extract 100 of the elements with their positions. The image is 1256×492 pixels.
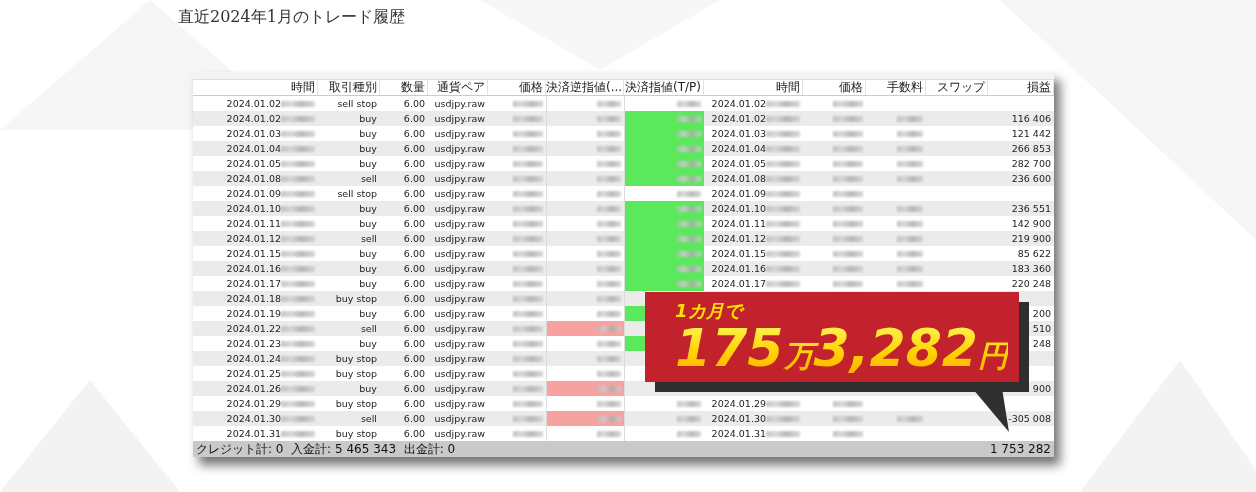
total-profit: 1 753 282 (989, 442, 1051, 456)
table-cell: 6.00 (403, 188, 425, 199)
table-cell: 2024.01.30 (711, 413, 766, 424)
table-cell: 219 900 (1011, 233, 1051, 244)
blurred-value (833, 280, 863, 287)
table-cell: usdjpy.raw (434, 338, 485, 349)
table-cell: usdjpy.raw (434, 248, 485, 259)
blurred-value (513, 295, 543, 302)
blurred-value (513, 235, 543, 242)
table-cell: 2024.01.05 (226, 158, 281, 169)
blurred-value (677, 160, 701, 167)
table-cell: 6.00 (403, 368, 425, 379)
column-header[interactable]: 時間 (193, 80, 318, 95)
table-cell: 6.00 (403, 203, 425, 214)
column-header[interactable]: 決済指値(T/P) (624, 80, 704, 95)
table-cell: 2024.01.08 (711, 173, 766, 184)
blurred-value (677, 175, 701, 182)
table-cell: 2024.01.17 (711, 278, 766, 289)
table-cell: usdjpy.raw (434, 128, 485, 139)
column-header[interactable]: 取引種別 (318, 80, 380, 95)
column-header[interactable]: 通貨ペア (428, 80, 488, 95)
table-cell: usdjpy.raw (434, 203, 485, 214)
table-cell: usdjpy.raw (434, 323, 485, 334)
table-cell: 6.00 (403, 263, 425, 274)
blurred-value (281, 280, 315, 287)
table-cell: buy stop (335, 353, 377, 364)
blurred-value (513, 115, 543, 122)
blurred-value (897, 160, 923, 167)
blurred-value (597, 235, 621, 242)
table-cell: buy (359, 248, 377, 259)
blurred-value (597, 355, 621, 362)
table-cell: 6.00 (403, 413, 425, 424)
table-cell: buy (359, 383, 377, 394)
blurred-value (281, 370, 315, 377)
table-cell: 2024.01.31 (711, 428, 766, 439)
table-cell: usdjpy.raw (434, 278, 485, 289)
blurred-value (677, 430, 701, 437)
table-cell: 2024.01.02 (226, 98, 281, 109)
blurred-value (597, 385, 621, 392)
blurred-value (281, 160, 315, 167)
blurred-value (597, 145, 621, 152)
blurred-value (766, 415, 800, 422)
table-cell: 6.00 (403, 323, 425, 334)
table-cell: 2024.01.26 (226, 383, 281, 394)
table-cell: usdjpy.raw (434, 428, 485, 439)
table-cell: 6.00 (403, 398, 425, 409)
table-cell: 2024.01.05 (711, 158, 766, 169)
blurred-value (766, 100, 800, 107)
blurred-value (766, 115, 800, 122)
table-cell: 2024.01.25 (226, 368, 281, 379)
blurred-value (281, 400, 315, 407)
blurred-value (513, 355, 543, 362)
column-header[interactable]: 手数料 (866, 80, 926, 95)
table-cell: usdjpy.raw (434, 308, 485, 319)
blurred-value (513, 250, 543, 257)
blurred-value (513, 370, 543, 377)
blurred-value (833, 205, 863, 212)
blurred-value (513, 310, 543, 317)
table-cell: sell (360, 233, 377, 244)
column-header[interactable]: 数量 (380, 80, 428, 95)
table-cell: usdjpy.raw (434, 398, 485, 409)
blurred-value (897, 205, 923, 212)
table-cell: usdjpy.raw (434, 293, 485, 304)
table-cell: 2024.01.03 (226, 128, 281, 139)
table-cell: usdjpy.raw (434, 383, 485, 394)
table-cell: sell stop (337, 188, 377, 199)
blurred-value (677, 280, 701, 287)
blurred-value (281, 130, 315, 137)
blurred-value (281, 115, 315, 122)
blurred-value (597, 175, 621, 182)
column-header[interactable]: 価格 (488, 80, 546, 95)
column-header[interactable]: 損益 (988, 80, 1054, 95)
table-cell: 2024.01.24 (226, 353, 281, 364)
column-header[interactable]: 決済逆指値(... (546, 80, 624, 95)
blurred-value (597, 250, 621, 257)
column-header[interactable]: 時間 (704, 80, 803, 95)
blurred-value (677, 130, 701, 137)
blurred-value (597, 265, 621, 272)
table-cell: 2024.01.08 (226, 173, 281, 184)
blurred-value (513, 175, 543, 182)
blurred-value (833, 235, 863, 242)
table-cell: -305 008 (1008, 413, 1051, 424)
blurred-value (766, 145, 800, 152)
table-cell: usdjpy.raw (434, 353, 485, 364)
blurred-value (597, 430, 621, 437)
table-cell: 266 853 (1011, 143, 1051, 154)
table-cell: 142 900 (1011, 218, 1051, 229)
table-cell: buy (359, 203, 377, 214)
table-cell: usdjpy.raw (434, 218, 485, 229)
blurred-value (833, 400, 863, 407)
blurred-value (677, 205, 701, 212)
blurred-value (766, 205, 800, 212)
blurred-value (597, 415, 621, 422)
table-cell: buy (359, 218, 377, 229)
column-header[interactable]: 価格 (803, 80, 866, 95)
column-header[interactable]: スワップ (926, 80, 988, 95)
table-cell: 200 (1032, 308, 1051, 319)
table-cell: buy (359, 278, 377, 289)
blurred-value (897, 280, 923, 287)
table-cell: usdjpy.raw (434, 188, 485, 199)
